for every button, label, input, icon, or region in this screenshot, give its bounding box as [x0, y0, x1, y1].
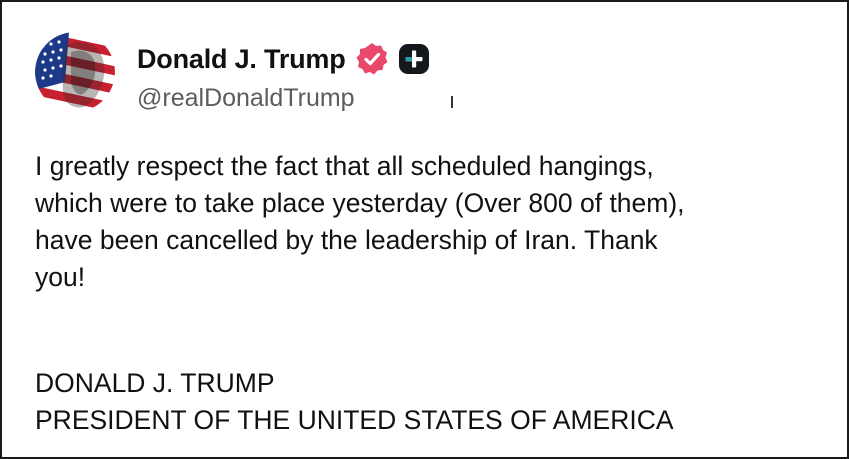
plus-icon[interactable] [398, 43, 430, 75]
author-handle-row: @realDonaldTrump [137, 80, 355, 116]
verified-badge-icon [355, 42, 389, 76]
post-body-line: you! [35, 262, 86, 292]
flag-portrait-avatar-icon [35, 32, 115, 112]
post-body: I greatly respect the fact that all sche… [35, 148, 825, 296]
author-handle[interactable]: @realDonaldTrump [137, 84, 355, 113]
divider-mark [451, 96, 453, 108]
avatar[interactable] [35, 32, 115, 112]
post-signature: DONALD J. TRUMP PRESIDENT OF THE UNITED … [35, 365, 825, 439]
signature-title: PRESIDENT OF THE UNITED STATES OF AMERIC… [35, 405, 674, 435]
post-card: Donald J. Trump @realDonaldTrump I great… [0, 0, 849, 459]
signature-name: DONALD J. TRUMP [35, 368, 275, 398]
post-body-line: I greatly respect the fact that all sche… [35, 151, 654, 181]
author-display-name[interactable]: Donald J. Trump [137, 44, 346, 75]
post-body-line: which were to take place yesterday (Over… [35, 188, 685, 218]
author-name-row: Donald J. Trump [137, 40, 430, 78]
post-body-line: have been cancelled by the leadership of… [35, 225, 658, 255]
